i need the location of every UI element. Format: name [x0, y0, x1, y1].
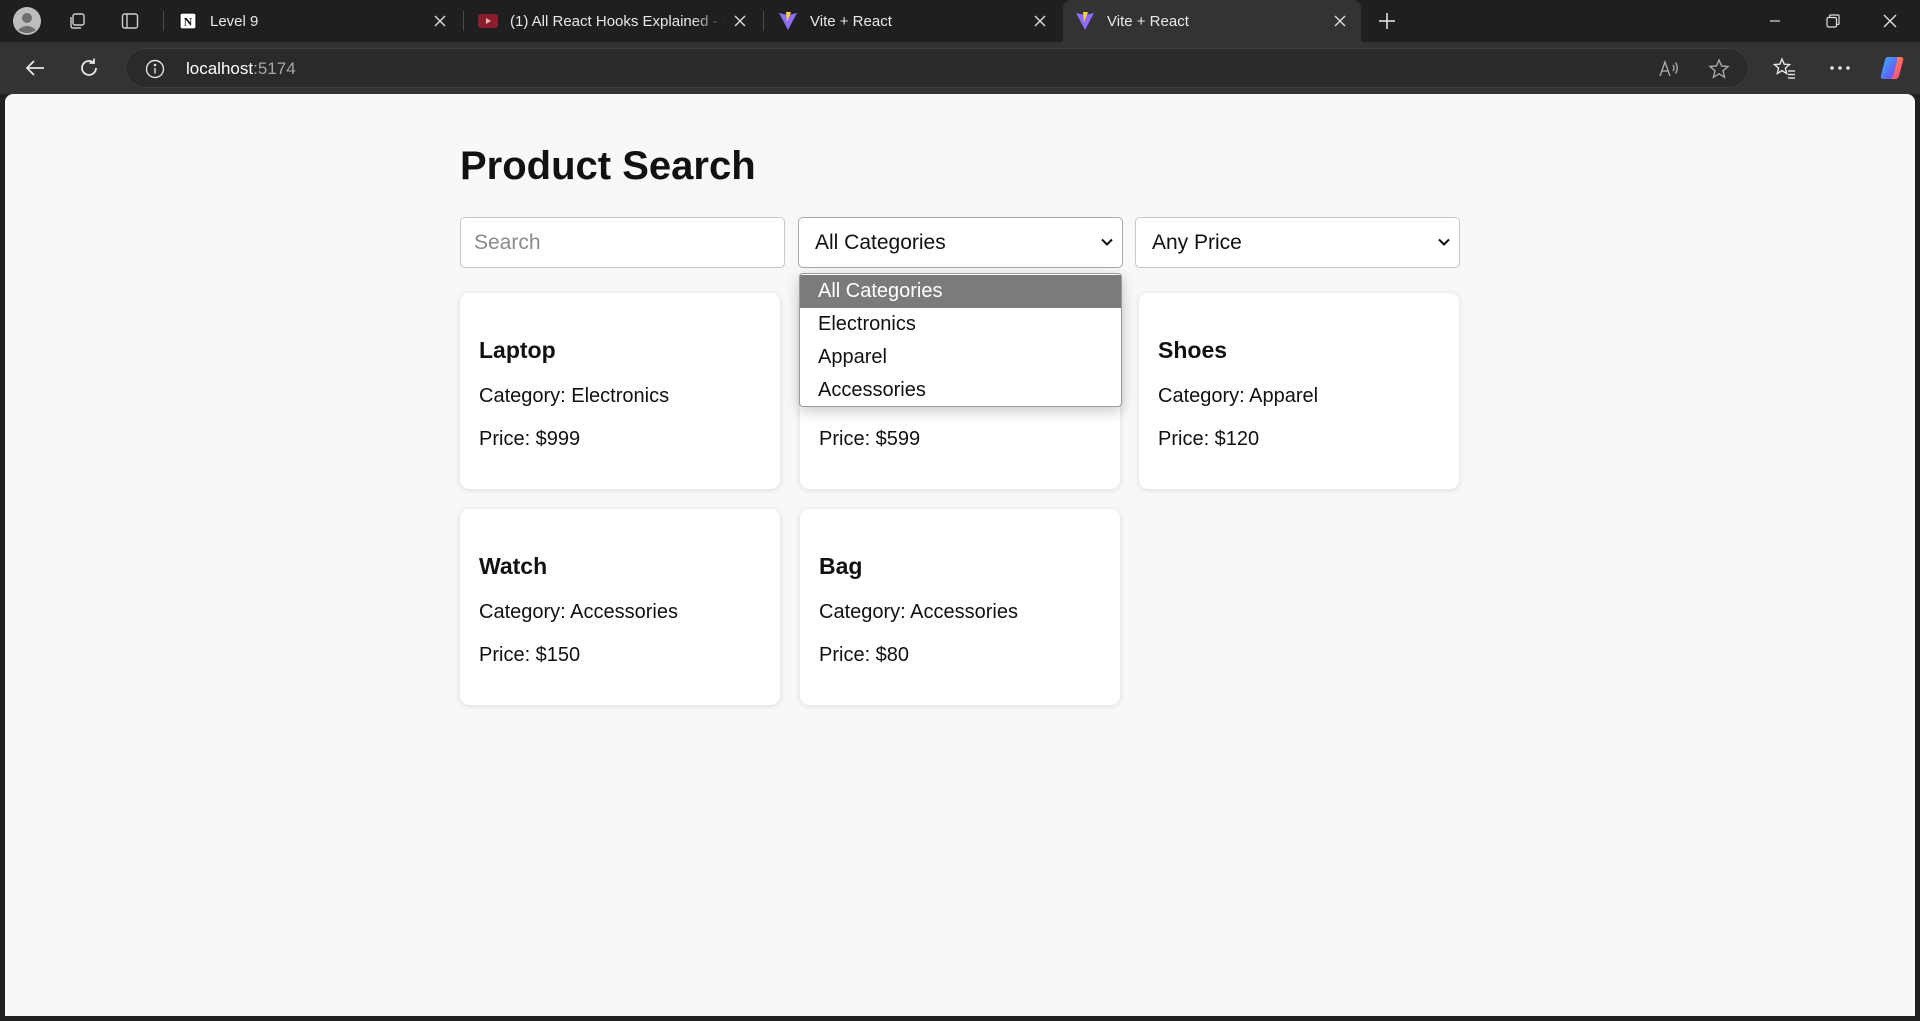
category-select-value: All Categories: [815, 230, 946, 254]
product-name: Watch: [479, 553, 548, 579]
favorites-icon: [1773, 57, 1795, 79]
minimize-button[interactable]: [1747, 0, 1803, 42]
url-host: localhost: [186, 59, 254, 78]
profile-button[interactable]: [10, 5, 44, 37]
product-price: Price: $150: [479, 644, 581, 666]
product-category: Category: Apparel: [1158, 385, 1319, 407]
tab-title: Level 9: [210, 12, 259, 30]
tab-vite-react-active[interactable]: Vite + React: [1063, 0, 1361, 42]
product-category: Category: Accessories: [819, 601, 1018, 623]
favorite-star-icon[interactable]: [1704, 55, 1734, 83]
back-arrow-icon: [25, 60, 44, 76]
chevron-down-icon: [1438, 238, 1450, 246]
price-select[interactable]: Any Price: [1135, 217, 1460, 268]
address-bar[interactable]: localhost:5174: [125, 48, 1749, 88]
price-select-value: Any Price: [1152, 230, 1242, 254]
dropdown-option-accessories[interactable]: Accessories: [800, 374, 1121, 406]
tab-vite-react[interactable]: Vite + React: [766, 0, 1061, 42]
tab-actions-button[interactable]: [113, 5, 147, 37]
browser-toolbar: localhost:5174: [0, 42, 1920, 94]
read-aloud-icon[interactable]: [1654, 55, 1684, 83]
dropdown-option-all-categories[interactable]: All Categories: [800, 275, 1121, 308]
vite-icon: [1075, 11, 1095, 31]
page-title: Product Search: [460, 144, 756, 188]
page-viewport: Product Search Search All Categories Any…: [5, 94, 1915, 1016]
tab-actions-icon: [121, 13, 139, 29]
close-window-button[interactable]: [1862, 0, 1918, 42]
settings-more-button[interactable]: [1822, 52, 1858, 84]
plus-icon: [1379, 13, 1395, 29]
back-button[interactable]: [17, 52, 53, 84]
reload-button[interactable]: [71, 52, 107, 84]
close-tab-icon[interactable]: [1025, 6, 1055, 36]
product-card: Bag Category: Accessories Price: $80: [800, 509, 1120, 705]
copilot-button[interactable]: [1874, 52, 1910, 84]
tab-title: Vite + React: [810, 12, 892, 30]
tab-strip: N Level 9 (1) All React Hooks Explained …: [0, 0, 1920, 42]
category-select[interactable]: All Categories: [798, 217, 1123, 268]
tab-separator: [763, 11, 764, 31]
search-input[interactable]: Search: [460, 217, 785, 268]
reload-icon: [81, 58, 97, 76]
vite-icon: [778, 11, 798, 31]
close-icon: [1883, 14, 1897, 28]
copilot-icon: [1880, 57, 1904, 79]
restore-button[interactable]: [1805, 0, 1861, 42]
tab-title: Vite + React: [1107, 12, 1189, 30]
product-name: Bag: [819, 553, 863, 579]
dropdown-option-apparel[interactable]: Apparel: [800, 341, 1121, 374]
close-tab-icon[interactable]: [1325, 6, 1355, 36]
workspaces-button[interactable]: [60, 5, 94, 37]
notion-icon: N: [178, 11, 198, 31]
chevron-down-icon: [1101, 238, 1113, 246]
youtube-icon: [478, 11, 498, 31]
product-card: Watch Category: Accessories Price: $150: [460, 509, 780, 705]
site-info-icon[interactable]: [144, 58, 166, 80]
close-tab-icon[interactable]: [725, 6, 755, 36]
profile-avatar-icon: [13, 7, 41, 35]
workspaces-icon: [70, 13, 85, 29]
minimize-icon: [1770, 20, 1780, 22]
search-placeholder: Search: [474, 230, 541, 254]
close-tab-icon[interactable]: [425, 6, 455, 36]
restore-icon: [1826, 14, 1840, 28]
more-dots-icon: [1830, 66, 1850, 70]
product-price: Price: $599: [819, 428, 921, 450]
product-name: Laptop: [479, 337, 556, 363]
tab-level-9[interactable]: N Level 9: [166, 0, 461, 42]
dropdown-option-electronics[interactable]: Electronics: [800, 308, 1121, 341]
url-text: localhost:5174: [186, 59, 296, 79]
product-category: Category: Accessories: [479, 601, 678, 623]
tab-separator: [463, 11, 464, 31]
favorites-button[interactable]: [1767, 52, 1803, 84]
tab-react-hooks-video[interactable]: (1) All React Hooks Explained - Re: [466, 0, 761, 42]
product-price: Price: $80: [819, 644, 910, 666]
product-card: Shoes Category: Apparel Price: $120: [1139, 293, 1459, 489]
product-price: Price: $120: [1158, 428, 1260, 450]
new-tab-button[interactable]: [1370, 5, 1404, 37]
category-dropdown-list: All Categories Electronics Apparel Acces…: [799, 273, 1122, 407]
tab-separator: [163, 11, 164, 31]
svg-text:N: N: [184, 15, 193, 29]
tab-title: (1) All React Hooks Explained - Re: [510, 12, 725, 30]
url-port: :5174: [253, 59, 296, 78]
product-card: Laptop Category: Electronics Price: $999: [460, 293, 780, 489]
product-price: Price: $999: [479, 428, 581, 450]
product-category: Category: Electronics: [479, 385, 670, 407]
product-name: Shoes: [1158, 337, 1228, 363]
